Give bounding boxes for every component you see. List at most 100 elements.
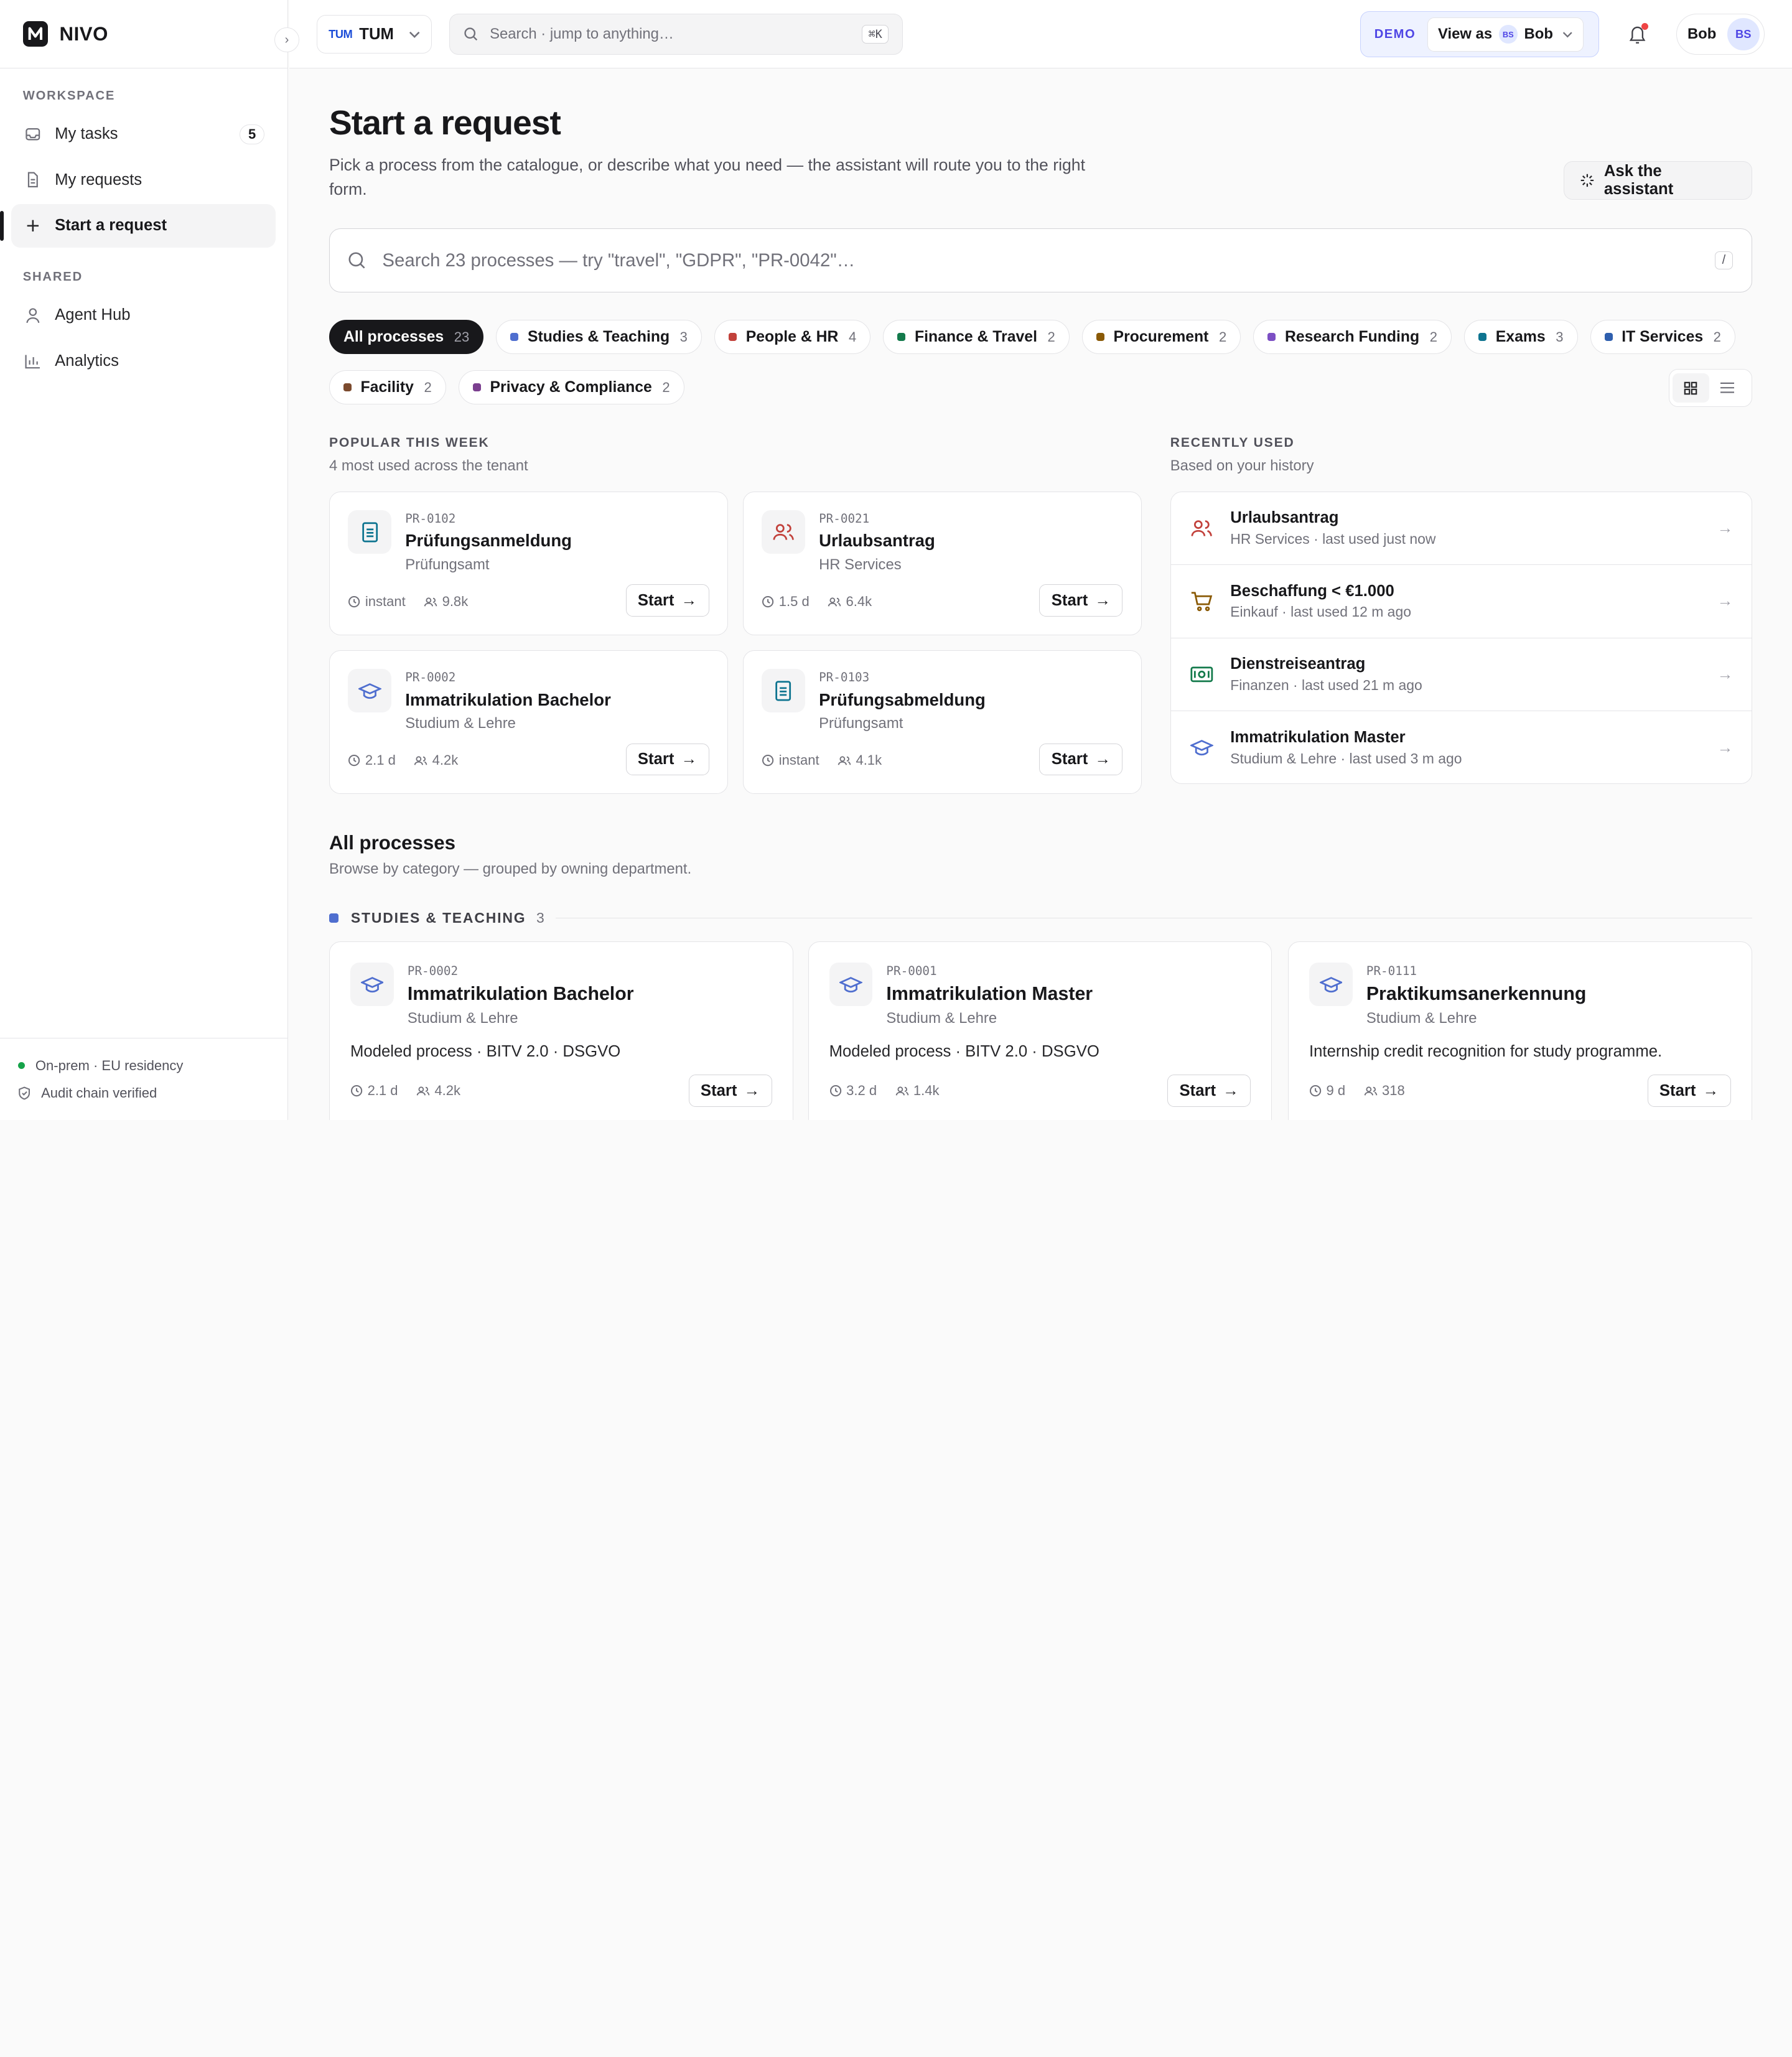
status-dot-icon [18,1062,26,1070]
chevron-right-icon: › [284,32,289,47]
start-button[interactable]: Start → [625,584,709,617]
filter-research-funding[interactable]: Research Funding 2 [1253,320,1452,355]
users-icon [416,1085,430,1096]
tenant-switcher[interactable]: TUM TUM [316,14,432,54]
category-color-icon [897,333,906,342]
start-button[interactable]: Start → [688,1075,772,1107]
global-search-input[interactable]: Search · jump to anything… ⌘K [449,14,903,55]
list-item[interactable]: Immatrikulation Master Studium & Lehre · … [1171,711,1752,783]
process-title: Immatrikulation Bachelor [405,689,611,709]
category-color-icon [510,333,519,342]
list-item[interactable]: Beschaffung < €1.000 Einkauf · last used … [1170,565,1752,638]
filter-studies-teaching[interactable]: Studies & Teaching 3 [496,320,702,355]
residency-status: On-prem · EU residency [35,1057,184,1073]
filter-finance-travel[interactable]: Finance & Travel 2 [883,320,1070,355]
sidebar-item-my-requests[interactable]: My requests [11,158,276,202]
process-meta: instant 4.1k [762,752,886,768]
process-department: Prüfungsamt [405,556,490,573]
process-card[interactable]: PR-0002 Immatrikulation Bachelor Studium… [329,650,728,795]
start-button[interactable]: Start → [1167,1075,1251,1107]
arrow-right-icon: → [1094,591,1111,609]
list-view-button[interactable] [1709,373,1746,403]
filter-count: 23 [454,329,470,345]
filter-procurement[interactable]: Procurement 2 [1081,320,1241,355]
start-label: Start [637,591,674,609]
sidebar-item-label: Analytics [55,352,119,370]
users-icon [838,755,851,766]
search-shortcut: ⌘K [862,24,889,44]
recent-title: Dienstreiseantrag [1230,655,1366,673]
grid-view-button[interactable] [1673,373,1709,403]
sidebar-item-agent-hub[interactable]: Agent Hub [11,294,276,337]
process-card[interactable]: PR-0021 Urlaubsantrag HR Services 1.5 d … [742,491,1142,636]
category-color-icon [1604,333,1613,342]
process-card[interactable]: PR-0001 Immatrikulation Master Studium &… [808,941,1272,1120]
filter-privacy-compliance[interactable]: Privacy & Compliance 2 [458,370,684,405]
filter-count: 4 [848,329,857,345]
process-usage: 9.8k [442,593,469,609]
filter-it-services[interactable]: IT Services 2 [1590,320,1735,355]
process-meta: 2.1 d 4.2k [350,1083,465,1099]
view-as-dropdown[interactable]: View as BS Bob [1427,17,1584,52]
start-button[interactable]: Start → [625,743,709,776]
graduation-cap-icon [350,963,394,1007]
process-card[interactable]: PR-0002 Immatrikulation Bachelor Studium… [329,941,793,1120]
sidebar-item-my-tasks[interactable]: My tasks 5 [11,113,276,156]
process-code: PR-0103 [819,670,870,685]
process-card[interactable]: PR-0103 Prüfungsabmeldung Prüfungsamt in… [742,650,1142,795]
filter-label: IT Services [1622,328,1704,345]
ask-assistant-label: Ask the assistant [1603,162,1674,198]
filter-label: Studies & Teaching [528,328,670,345]
sidebar: NIVO › WORKSPACE My tasks 5 My requests … [0,0,300,1120]
sidebar-item-label: Agent Hub [55,306,131,324]
process-duration: 2.1 d [367,1083,398,1099]
sidebar-item-analytics[interactable]: Analytics [11,339,276,383]
group-label: STUDIES & TEACHING [350,909,526,926]
brand[interactable]: NIVO [0,0,287,69]
inbox-icon [23,126,44,143]
recent-title: Beschaffung < €1.000 [1230,582,1394,600]
search-icon [464,27,478,42]
audit-status: Audit chain verified [41,1084,157,1101]
list-item[interactable]: Urlaubsantrag HR Services · last used jus… [1170,492,1752,566]
process-description: Modeled process · BITV 2.0 · DSGVO [829,1043,1099,1061]
page-subtitle: Pick a process from the catalogue, or de… [329,156,1085,198]
process-search-input[interactable]: Search 23 processes — try "travel", "GDP… [329,228,1752,293]
process-usage: 318 [1381,1083,1405,1099]
filter-people-hr[interactable]: People & HR 4 [714,320,871,355]
notifications-button[interactable] [1624,21,1651,48]
filter-label: All processes [343,328,444,345]
group-header: STUDIES & TEACHING 3 [329,910,1752,926]
sidebar-item-start-request[interactable]: Start a request [0,203,276,248]
start-button[interactable]: Start → [1039,743,1123,776]
start-button[interactable]: Start → [1647,1075,1731,1107]
start-label: Start [1659,1081,1696,1099]
category-color-icon [1096,333,1104,342]
start-button[interactable]: Start → [1039,584,1123,617]
filter-count: 2 [424,379,432,395]
filter-exams[interactable]: Exams 3 [1464,320,1578,355]
list-item[interactable]: Dienstreiseantrag Finanzen · last used 21… [1170,638,1752,712]
bar-chart-icon [23,353,44,370]
process-title: Urlaubsantrag [819,531,935,551]
arrow-right-icon: → [1717,519,1734,537]
document-icon [762,669,805,713]
cart-icon [1189,591,1214,612]
ask-assistant-button[interactable]: Ask the assistant [1563,161,1752,200]
process-department: Studium & Lehre [886,1009,997,1027]
process-card[interactable]: PR-0102 Prüfungsanmeldung Prüfungsamt in… [329,491,728,636]
arrow-right-icon: → [1094,750,1111,768]
process-meta: instant 9.8k [348,594,472,610]
users-icon [424,596,437,607]
filter-all-processes[interactable]: All processes 23 [329,320,484,355]
process-title: Immatrikulation Bachelor [407,983,634,1004]
chevron-down-icon [1562,31,1573,38]
process-title: Prüfungsabmeldung [819,689,986,709]
process-card[interactable]: PR-0111 Praktikumsanerkennung Studium & … [1287,941,1752,1120]
filter-facility[interactable]: Facility 2 [329,370,446,405]
user-menu[interactable]: Bob BS [1676,14,1765,55]
view-as-label: View as [1438,26,1493,43]
task-count-badge: 5 [240,124,265,144]
view-as-avatar: BS [1499,25,1518,44]
divider [556,917,1752,919]
